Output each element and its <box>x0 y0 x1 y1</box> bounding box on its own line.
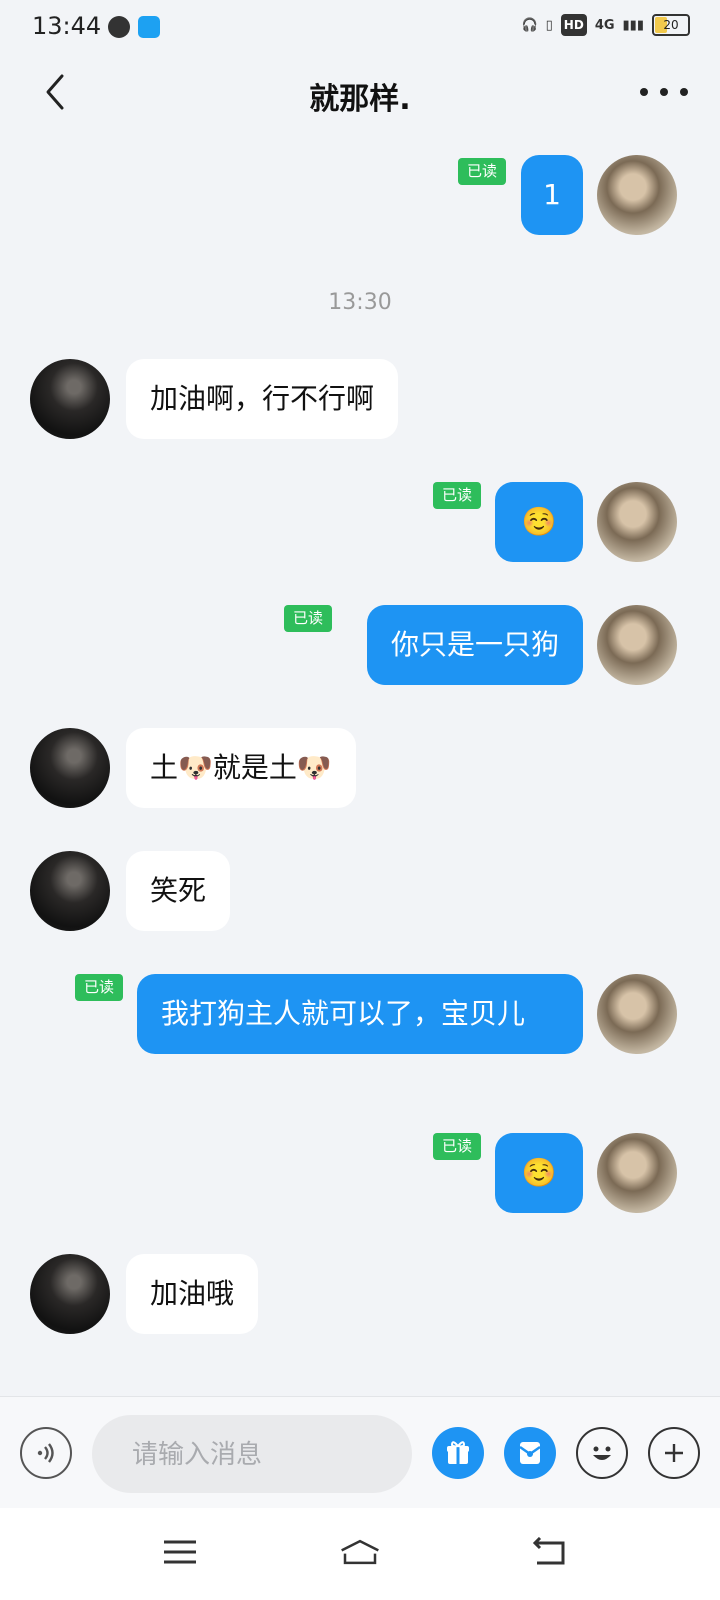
read-badge: 已读 <box>433 1133 481 1160</box>
message-bubble[interactable]: 笑死 <box>126 851 231 931</box>
read-badge: 已读 <box>458 158 506 185</box>
gift-icon[interactable] <box>432 1427 484 1479</box>
message-input[interactable] <box>92 1415 412 1493</box>
avatar-peer[interactable] <box>30 1254 110 1334</box>
status-bar: 13:44 🎧 ▯ HD 4G ▮▮▮ 20 <box>0 0 720 56</box>
message-bubble[interactable]: ☺️ <box>495 482 583 562</box>
battery-icon: 20 <box>652 14 690 36</box>
hd-icon: HD <box>560 14 587 36</box>
headphone-icon: 🎧 <box>521 17 538 33</box>
read-badge: 已读 <box>75 974 123 1001</box>
avatar-self[interactable] <box>597 605 677 685</box>
chat-title: 就那样. <box>309 82 411 117</box>
status-time: 13:44 <box>32 12 102 40</box>
message-bubble[interactable]: 我打狗主人就可以了，宝贝儿 <box>137 974 583 1054</box>
message-bubble[interactable]: 你只是一只狗 <box>366 605 583 685</box>
back-nav-icon[interactable] <box>530 1532 570 1572</box>
network-label: 4G <box>594 17 615 33</box>
status-right-icons: 🎧 ▯ HD 4G ▮▮▮ 20 <box>521 14 690 36</box>
vibrate-icon: ▯ <box>545 17 553 33</box>
signal-icon: ▮▮▮ <box>622 17 644 33</box>
message-list[interactable]: 已读 1 13:30 加油啊，行不行啊 已读 ☺️ 已读 你只是一只狗 土🐶就是… <box>0 140 720 1396</box>
globe-icon <box>108 16 130 38</box>
chat-header: 就那样. <box>0 56 720 128</box>
emoji-icon[interactable] <box>576 1427 628 1479</box>
menu-icon[interactable] <box>160 1532 200 1572</box>
input-bar <box>0 1396 720 1509</box>
battery-level: 20 <box>663 18 679 32</box>
avatar-self[interactable] <box>597 482 677 562</box>
read-badge: 已读 <box>433 482 481 509</box>
avatar-self[interactable] <box>597 1133 677 1213</box>
message-bubble[interactable]: 1 <box>521 155 583 235</box>
message-bubble[interactable]: 加油哦 <box>126 1254 259 1334</box>
plus-icon[interactable] <box>648 1427 700 1479</box>
avatar-peer[interactable] <box>30 359 110 439</box>
read-badge: 已读 <box>284 605 332 632</box>
system-nav-bar <box>0 1508 720 1600</box>
home-icon[interactable] <box>340 1532 380 1572</box>
more-dots-icon[interactable] <box>640 80 688 104</box>
avatar-self[interactable] <box>597 155 677 235</box>
message-bubble[interactable]: ☺️ <box>495 1133 583 1213</box>
avatar-peer[interactable] <box>30 728 110 808</box>
message-bubble[interactable]: 土🐶就是土🐶 <box>126 728 356 808</box>
app-notification-icon <box>138 16 160 38</box>
message-bubble[interactable]: 加油啊，行不行啊 <box>126 359 399 439</box>
red-packet-icon[interactable] <box>504 1427 556 1479</box>
avatar-self[interactable] <box>597 974 677 1054</box>
voice-icon[interactable] <box>20 1427 72 1479</box>
avatar-peer[interactable] <box>30 851 110 931</box>
timestamp: 13:30 <box>328 290 392 315</box>
